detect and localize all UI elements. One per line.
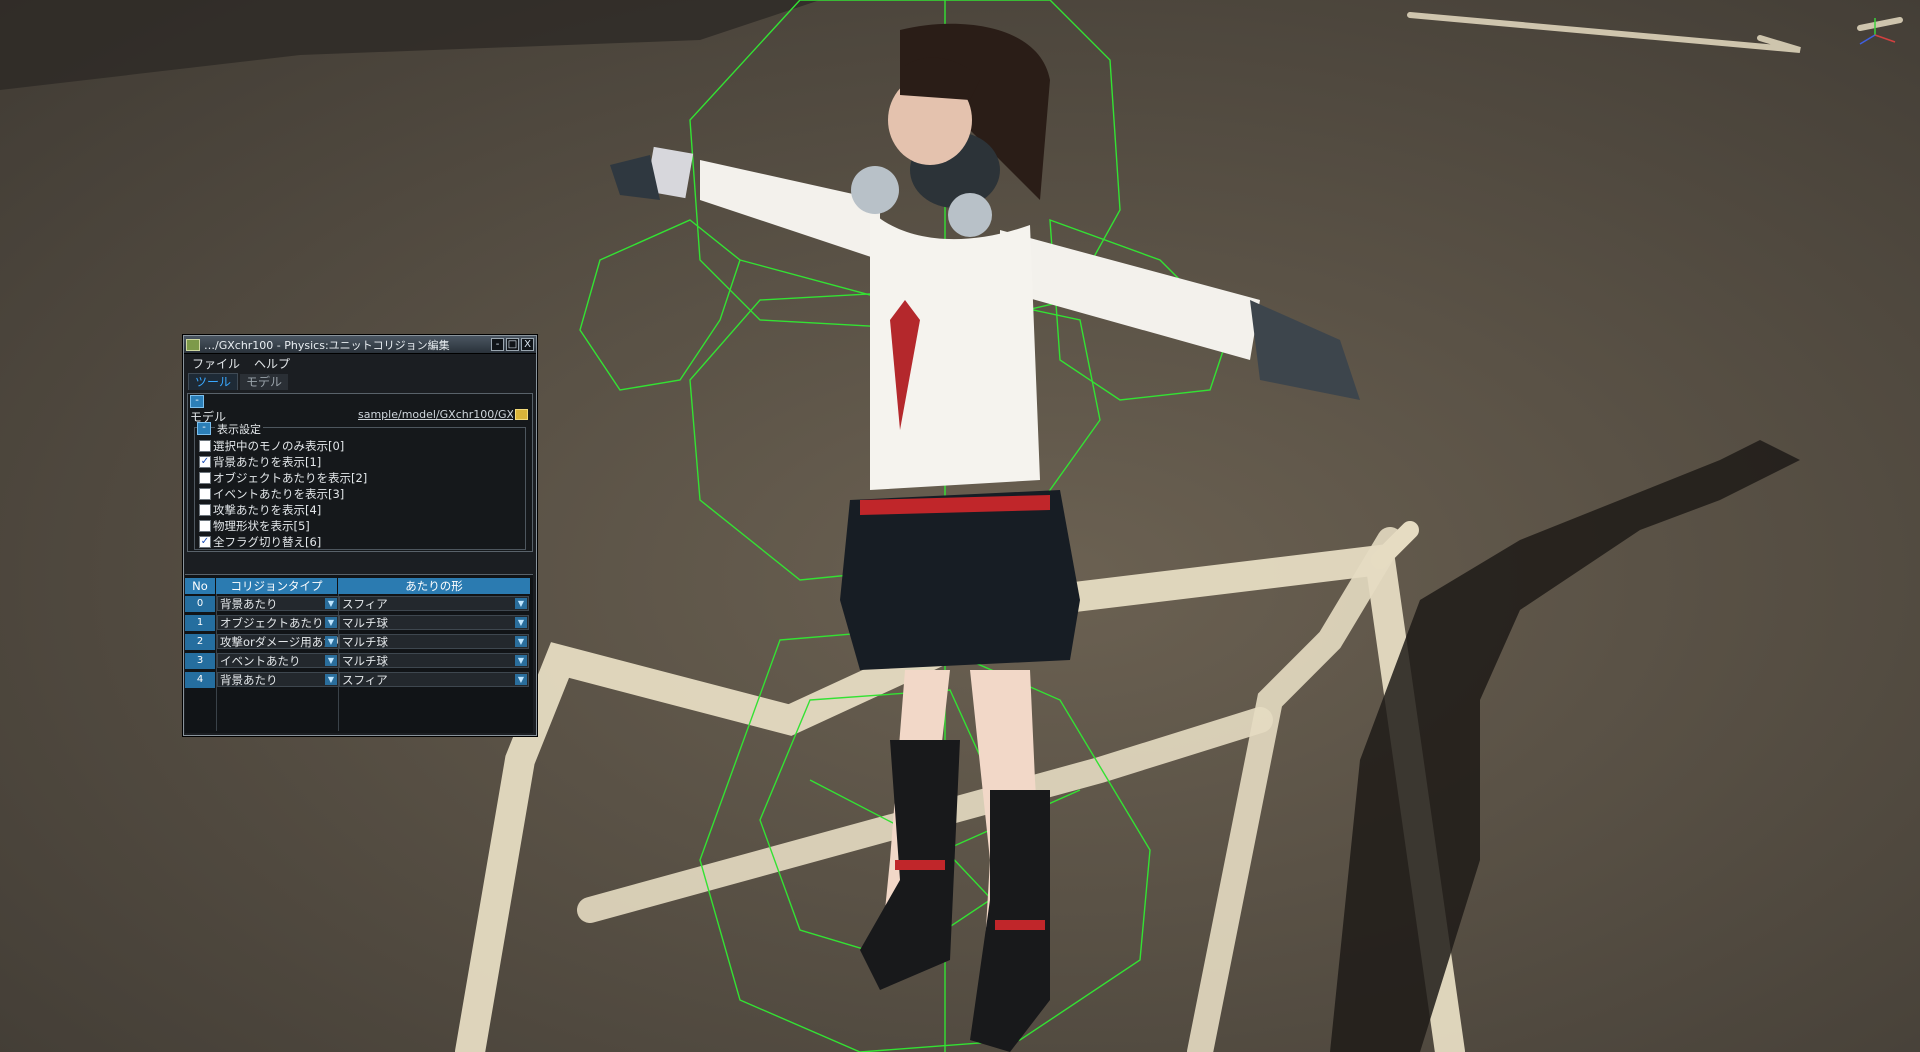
dropdown-arrow-icon[interactable]: ▼	[325, 617, 337, 628]
tab-tool[interactable]: ツール	[188, 373, 239, 390]
dropdown-arrow-icon[interactable]: ▼	[515, 636, 527, 647]
window-title: …/GXchr100 - Physics:ユニットコリジョン編集	[204, 338, 450, 352]
row-number: 2	[185, 633, 215, 650]
checkbox[interactable]: ✓	[199, 456, 211, 468]
row-number: 1	[185, 614, 215, 631]
collision-type-select[interactable]: 背景あたり ▼	[217, 596, 339, 611]
table-row[interactable]: 3 イベントあたり ▼ マルチ球 ▼	[185, 651, 533, 670]
display-settings-collapse-button[interactable]: -	[197, 422, 211, 435]
hit-shape-select[interactable]: マルチ球 ▼	[339, 653, 529, 668]
hit-shape-value: マルチ球	[342, 635, 388, 649]
tab-bar: ツール モデル	[184, 372, 536, 390]
collision-editor-window: …/GXchr100 - Physics:ユニットコリジョン編集 - □ X フ…	[183, 335, 537, 736]
hit-shape-value: スフィア	[342, 597, 388, 611]
checkbox[interactable]	[199, 504, 211, 516]
hit-shape-value: マルチ球	[342, 616, 388, 630]
table-row[interactable]: 0 背景あたり ▼ スフィア ▼	[185, 594, 533, 613]
hit-shape-select[interactable]: スフィア ▼	[339, 596, 529, 611]
close-button[interactable]: X	[521, 338, 534, 351]
row-number: 3	[185, 652, 215, 669]
option-show-attack-hit[interactable]: 攻撃あたりを表示[4]	[199, 502, 367, 518]
dropdown-arrow-icon[interactable]: ▼	[325, 674, 337, 685]
hit-shape-select[interactable]: スフィア ▼	[339, 672, 529, 687]
dropdown-arrow-icon[interactable]: ▼	[325, 655, 337, 666]
checkbox[interactable]: ✓	[199, 536, 211, 548]
collision-type-value: 背景あたり	[220, 673, 278, 687]
dropdown-arrow-icon[interactable]: ▼	[515, 598, 527, 609]
collision-type-select[interactable]: 背景あたり ▼	[217, 672, 339, 687]
minimize-button[interactable]: -	[491, 338, 504, 351]
hit-shape-value: マルチ球	[342, 654, 388, 668]
app-icon	[186, 338, 200, 351]
table-row[interactable]: 2 攻撃orダメージ用あたり ▼ マルチ球 ▼	[185, 632, 533, 651]
dropdown-arrow-icon[interactable]: ▼	[325, 636, 337, 647]
option-show-background-hit[interactable]: ✓ 背景あたりを表示[1]	[199, 454, 367, 470]
tool-panel: - モデル sample/model/GXchr100/GXch - 表示設定 …	[187, 393, 533, 552]
display-settings-group: - 表示設定 選択中のモノのみ表示[0] ✓ 背景あたりを表示[1] オブジェク…	[194, 421, 526, 550]
display-settings-title: 表示設定	[215, 421, 263, 437]
checkbox[interactable]	[199, 488, 211, 500]
collision-table: No コリジョンタイプ あたりの形 0 背景あたり ▼ スフィア ▼ 1 オブジェク…	[185, 574, 533, 733]
collision-type-value: オブジェクトあたり	[220, 616, 324, 630]
option-label: オブジェクトあたりを表示[2]	[213, 471, 368, 485]
option-show-physics-shape[interactable]: 物理形状を表示[5]	[199, 518, 367, 534]
table-row[interactable]: 4 背景あたり ▼ スフィア ▼	[185, 670, 533, 689]
hit-shape-select[interactable]: マルチ球 ▼	[339, 615, 529, 630]
collision-type-select[interactable]: 攻撃orダメージ用あたり ▼	[217, 634, 339, 649]
option-label: 攻撃あたりを表示[4]	[213, 503, 322, 517]
tab-model[interactable]: モデル	[240, 374, 289, 390]
window-titlebar[interactable]: …/GXchr100 - Physics:ユニットコリジョン編集 - □ X	[184, 336, 536, 354]
dropdown-arrow-icon[interactable]: ▼	[515, 655, 527, 666]
model-path-field[interactable]: sample/model/GXchr100/GXch	[358, 408, 513, 422]
dropdown-arrow-icon[interactable]: ▼	[325, 598, 337, 609]
collision-type-value: イベントあたり	[220, 654, 301, 668]
dropdown-arrow-icon[interactable]: ▼	[515, 674, 527, 685]
checkbox[interactable]	[199, 520, 211, 532]
checkbox[interactable]	[199, 440, 211, 452]
option-label: 選択中のモノのみ表示[0]	[213, 439, 345, 453]
header-no: No	[185, 578, 216, 594]
menu-file[interactable]: ファイル	[192, 355, 240, 372]
table-header: No コリジョンタイプ あたりの形	[185, 578, 533, 594]
row-number: 4	[185, 671, 215, 688]
hit-shape-select[interactable]: マルチ球 ▼	[339, 634, 529, 649]
collision-type-select[interactable]: オブジェクトあたり ▼	[217, 615, 339, 630]
dropdown-arrow-icon[interactable]: ▼	[515, 617, 527, 628]
option-label: 背景あたりを表示[1]	[213, 455, 322, 469]
header-hit-shape: あたりの形	[338, 578, 531, 594]
option-toggle-all-flags[interactable]: ✓ 全フラグ切り替え[6]	[199, 534, 367, 550]
menu-bar: ファイル ヘルプ	[184, 354, 536, 372]
folder-icon[interactable]	[515, 409, 528, 420]
table-row[interactable]: 1 オブジェクトあたり ▼ マルチ球 ▼	[185, 613, 533, 632]
menu-help[interactable]: ヘルプ	[254, 355, 290, 372]
header-collision-type: コリジョンタイプ	[216, 578, 338, 594]
option-selected-only[interactable]: 選択中のモノのみ表示[0]	[199, 438, 367, 454]
collision-type-value: 攻撃orダメージ用あたり	[220, 635, 339, 649]
checkbox[interactable]	[199, 472, 211, 484]
option-label: 物理形状を表示[5]	[213, 519, 310, 533]
option-label: イベントあたりを表示[3]	[213, 487, 345, 501]
collision-type-select[interactable]: イベントあたり ▼	[217, 653, 339, 668]
maximize-button[interactable]: □	[506, 338, 519, 351]
row-number: 0	[185, 595, 215, 612]
option-label: 全フラグ切り替え[6]	[213, 535, 322, 549]
display-options-list: 選択中のモノのみ表示[0] ✓ 背景あたりを表示[1] オブジェクトあたりを表示…	[199, 438, 367, 550]
option-show-object-hit[interactable]: オブジェクトあたりを表示[2]	[199, 470, 367, 486]
collision-type-value: 背景あたり	[220, 597, 278, 611]
hit-shape-value: スフィア	[342, 673, 388, 687]
option-show-event-hit[interactable]: イベントあたりを表示[3]	[199, 486, 367, 502]
